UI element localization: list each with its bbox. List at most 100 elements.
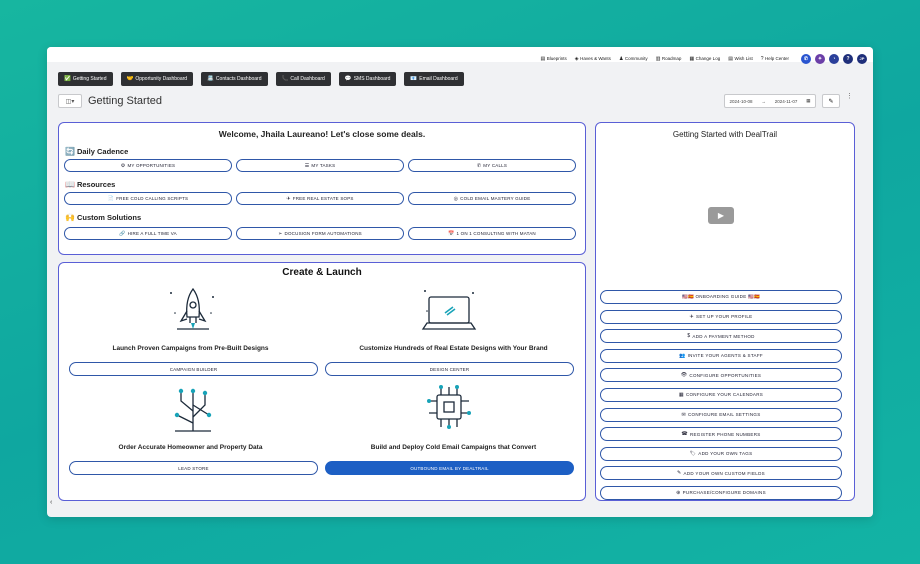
arrow-right-icon: → — [761, 98, 766, 104]
tasks-icon: ☰ — [304, 162, 310, 169]
bell-icon[interactable]: ◔ — [829, 53, 839, 64]
phone-icon: ☎ — [681, 431, 688, 438]
real-estate-sops-button[interactable]: ✈ FREE REAL ESTATE SOPS — [236, 192, 404, 205]
consulting-button[interactable]: 📅 1 ON 1 CONSULTING WITH MATAN — [408, 227, 576, 240]
edit-button[interactable]: ✎ — [822, 94, 840, 108]
list-icon: ▤ — [728, 55, 733, 62]
onboarding-guide-button[interactable]: 🇺🇸🇪🇸 ONBOARDING GUIDE 🇺🇸🇪🇸 — [600, 290, 842, 304]
avatar[interactable]: JP — [857, 53, 867, 64]
hire-va-button[interactable]: 🔗 HIRE A FULL TIME VA — [64, 227, 232, 240]
payment-method-button[interactable]: $ ADD A PAYMENT METHOD — [600, 329, 842, 344]
calendar-icon: ▦ — [806, 98, 811, 103]
target-icon: ◎ — [453, 195, 459, 202]
plane-icon: ✈ — [689, 313, 695, 320]
phone-icon: ✆ — [476, 162, 482, 169]
add-tags-button[interactable]: 🏷 ADD YOUR OWN TAGS — [600, 446, 842, 461]
top-link-change-log[interactable]: ▦ Change Log — [689, 56, 720, 62]
invite-agents-button[interactable]: 👥 INVITE YOUR AGENTS & STAFF — [600, 348, 842, 363]
document-icon: 📄 — [107, 195, 115, 202]
configure-calendars-button[interactable]: ▦ CONFIGURE YOUR CALENDARS — [600, 387, 842, 402]
feature-title-campaigns: Launch Proven Campaigns from Pre-Built D… — [112, 345, 269, 352]
users-icon: 👥 — [679, 352, 686, 359]
dashboard-tabs: ✅ Getting Started 🤝 Opportunity Dashboard … — [58, 72, 472, 86]
section-daily-cadence: 🔄 Daily Cadence — [65, 147, 129, 156]
calendar-icon: ▦ — [678, 391, 684, 398]
send-icon: ➢ — [278, 230, 283, 237]
register-phone-button[interactable]: ☎ REGISTER PHONE NUMBERS — [600, 427, 842, 442]
date-to: 2024-11-07 — [774, 98, 798, 104]
tab-email-dashboard[interactable]: 📧 Email Dashboard — [404, 72, 464, 86]
configure-email-button[interactable]: ✉ CONFIGURE EMAIL SETTINGS — [600, 407, 842, 422]
top-link-community[interactable]: ♟ Community — [619, 56, 648, 62]
help-icon[interactable]: ? — [843, 53, 853, 64]
welcome-card: Welcome, Jhaila Laureano! Let's close so… — [58, 122, 586, 255]
create-launch-title: Create & Launch — [282, 267, 362, 278]
more-menu-icon[interactable]: ⋮ — [846, 92, 853, 100]
top-bar: ▤ Blueprints ◈ Haves & Wants ♟ Community ▥ R… — [47, 47, 873, 64]
tab-call-dashboard[interactable]: 📞 Call Dashboard — [275, 72, 331, 86]
create-launch-card: Create & Launch Launch Proven Campaigns … — [58, 262, 586, 501]
feature-title-designs: Customize Hundreds of Real Estate Design… — [359, 345, 548, 352]
welcome-title: Welcome, Jhaila Laureano! Let's close so… — [218, 129, 426, 139]
cold-calling-scripts-button[interactable]: 📄 FREE COLD CALLING SCRIPTS — [64, 192, 232, 205]
date-range-picker[interactable]: 2024-10-08 → 2024-11-07 ▦ — [724, 94, 816, 108]
configure-opportunities-button[interactable]: 👁 CONFIGURE OPPORTUNITIES — [600, 368, 842, 383]
docusign-automations-button[interactable]: ➢ DOCUSIGN FORM AUTOMATIONS — [236, 227, 404, 240]
tab-opportunity-dashboard[interactable]: 🤝 Opportunity Dashboard — [120, 72, 194, 86]
my-calls-button[interactable]: ✆ MY CALLS — [408, 159, 576, 172]
book-icon: 📖 — [65, 180, 75, 189]
tab-getting-started[interactable]: ✅ Getting Started — [58, 72, 113, 86]
handshake-icon: ◈ — [574, 55, 579, 62]
data-tree-icon — [174, 388, 212, 432]
my-tasks-button[interactable]: ☰ MY TASKS — [236, 159, 404, 172]
top-link-help-center[interactable]: ? Help Center — [761, 56, 789, 62]
tag-icon: 🏷 — [689, 450, 697, 457]
plane-icon: ✈ — [286, 195, 291, 202]
chat-icon: 💬 — [344, 76, 352, 82]
outbound-email-button[interactable]: OUTBOUND EMAIL BY DEALTRAIL — [325, 461, 574, 475]
domains-button[interactable]: ⊕ PURCHASE/CONFIGURE DOMAINS — [600, 485, 842, 500]
gear-icon: ⚙ — [120, 162, 126, 169]
eye-icon: 👁 — [680, 372, 688, 379]
top-link-roadmap[interactable]: ▥ Roadmap — [656, 56, 682, 62]
page-header: ◫▾ Getting Started — [58, 94, 162, 108]
blueprints-icon: ▤ — [540, 55, 546, 62]
handshake-icon: 🤝 — [126, 76, 134, 82]
tab-contacts-dashboard[interactable]: 📇 Contacts Dashboard — [201, 72, 268, 86]
play-button[interactable]: ▶ — [708, 207, 734, 224]
top-link-wish-list[interactable]: ▤ Wish List — [728, 56, 753, 62]
getting-started-panel: Getting Started with DealTrail ▶ 🇺🇸🇪🇸 ON… — [595, 122, 855, 501]
date-from: 2024-10-08 — [729, 98, 753, 104]
contacts-icon: 📇 — [207, 76, 214, 82]
refresh-icon: 🔄 — [65, 147, 75, 156]
pencil-icon: ✎ — [677, 470, 682, 477]
my-opportunities-button[interactable]: ⚙ MY OPPORTUNITIES — [64, 159, 232, 172]
top-link-haves-wants[interactable]: ◈ Haves & Wants — [575, 56, 611, 62]
layout-toggle-button[interactable]: ◫▾ — [58, 94, 82, 108]
feature-title-cold-email: Build and Deploy Cold Email Campaigns th… — [370, 444, 537, 451]
link-icon: 🔗 — [119, 230, 126, 237]
top-links: ▤ Blueprints ◈ Haves & Wants ♟ Community ▥ R… — [532, 56, 789, 62]
campaign-builder-button[interactable]: CAMPAIGN BUILDER — [69, 362, 318, 376]
onboarding-links: 🇺🇸🇪🇸 ONBOARDING GUIDE 🇺🇸🇪🇸 ✈ SET UP YOUR … — [600, 290, 842, 506]
layout-icon: ◫▾ — [65, 98, 75, 105]
setup-profile-button[interactable]: ✈ SET UP YOUR PROFILE — [600, 309, 842, 324]
megaphone-icon[interactable]: ✦ — [815, 53, 825, 64]
top-actions: ✆ ✦ ◔ ? JP — [797, 53, 867, 64]
email-icon: 📧 — [410, 76, 418, 82]
collapse-sidebar-icon[interactable]: ‹ — [50, 499, 52, 506]
lead-store-button[interactable]: LEAD STORE — [69, 461, 318, 475]
play-icon: ▶ — [717, 211, 725, 220]
chip-icon — [427, 385, 471, 429]
check-icon: ✅ — [64, 76, 71, 82]
cold-email-guide-button[interactable]: ◎ COLD EMAIL MASTERY GUIDE — [408, 192, 576, 205]
section-resources: 📖 Resources — [65, 180, 116, 189]
rocket-icon — [170, 287, 214, 330]
page-title: Getting Started — [88, 95, 162, 107]
phone-icon[interactable]: ✆ — [801, 53, 811, 64]
design-center-button[interactable]: DESIGN CENTER — [325, 362, 574, 376]
top-link-blueprints[interactable]: ▤ Blueprints — [540, 56, 566, 62]
tab-sms-dashboard[interactable]: 💬 SMS Dashboard — [338, 72, 397, 86]
custom-fields-button[interactable]: ✎ ADD YOUR OWN CUSTOM FIELDS — [600, 466, 842, 481]
phone-icon: 📞 — [281, 76, 289, 82]
